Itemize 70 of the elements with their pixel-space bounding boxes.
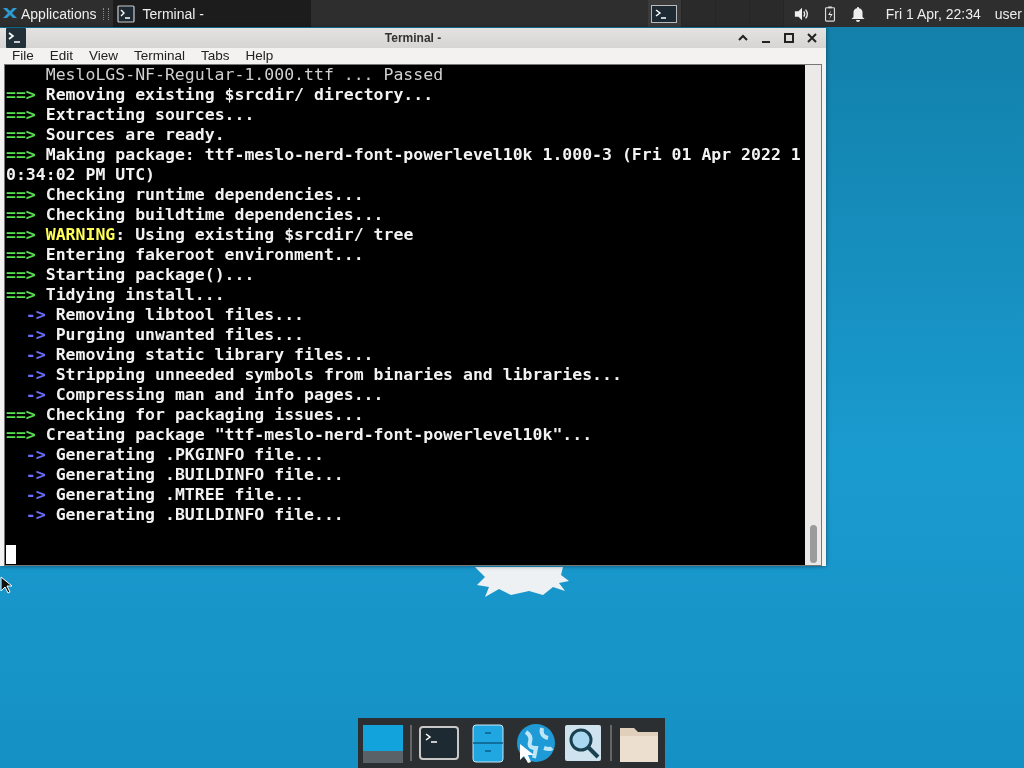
terminal-icon xyxy=(116,4,135,23)
search-icon[interactable] xyxy=(562,722,604,764)
output-line: Starting package()... xyxy=(45,265,255,284)
arrow-marker: -> xyxy=(25,465,46,484)
scrollbar-thumb[interactable] xyxy=(810,525,817,563)
arrow-marker: -> xyxy=(25,305,46,324)
output-line: Tidying install... xyxy=(45,285,225,304)
workspace-button[interactable] xyxy=(647,0,682,27)
terminal-icon xyxy=(651,4,678,23)
arrow-marker: ==> xyxy=(6,105,36,124)
arrow-marker: ==> xyxy=(6,145,36,164)
scrollbar[interactable] xyxy=(805,65,821,565)
output-line: Removing existing $srcdir/ directory... xyxy=(45,85,434,104)
output-line: Purging unwanted files... xyxy=(55,325,305,344)
mouse-pointer-icon xyxy=(0,576,12,594)
arrow-marker: -> xyxy=(25,345,46,364)
arrow-marker: -> xyxy=(25,365,46,384)
output-line: 0:34:02 PM UTC) xyxy=(6,165,155,184)
text-cursor xyxy=(6,545,16,564)
arrow-marker: ==> xyxy=(6,245,36,264)
menu-item[interactable]: View xyxy=(81,48,127,63)
menu-item[interactable]: File xyxy=(4,48,42,63)
user-name[interactable]: user xyxy=(994,5,1022,22)
arrow-marker: -> xyxy=(25,325,46,344)
volume-icon[interactable] xyxy=(793,5,810,22)
output-line: Making package: ttf-meslo-nerd-font-powerlevel10k 1.000-3 (Fri 01 Apr 2022 1 xyxy=(45,145,801,164)
notification-bell-icon[interactable] xyxy=(849,5,866,22)
arrow-marker: ==> xyxy=(6,185,36,204)
output-line: Generating .PKGINFO file... xyxy=(55,445,324,464)
arrow-marker: ==> xyxy=(6,225,36,244)
separator-handle xyxy=(102,7,109,20)
menu-item[interactable]: Edit xyxy=(41,48,82,63)
output-line: Generating .BUILDINFO file... xyxy=(55,505,344,524)
close-button[interactable] xyxy=(806,32,818,44)
globe-icon[interactable] xyxy=(514,722,556,764)
output-line: Sources are ready. xyxy=(45,125,225,144)
arrow-marker: ==> xyxy=(6,205,36,224)
output-line: Checking for packaging issues... xyxy=(45,405,364,424)
output-line: Generating .BUILDINFO file... xyxy=(55,465,344,484)
clock[interactable]: Fri 1 Apr, 22:34 xyxy=(885,5,981,22)
taskbar-button[interactable]: Terminal - xyxy=(112,0,311,27)
window-title: Terminal - xyxy=(384,31,442,45)
output-line: Removing libtool files... xyxy=(55,305,305,324)
output-line: Entering fakeroot environment... xyxy=(45,245,364,264)
output-line: Checking buildtime dependencies... xyxy=(45,205,384,224)
arrow-marker: -> xyxy=(25,505,46,524)
show-desktop-icon[interactable] xyxy=(362,722,404,764)
applications-menu[interactable]: Applications xyxy=(0,0,99,27)
arrow-marker: ==> xyxy=(6,85,36,104)
arrow-marker: -> xyxy=(25,385,46,404)
menu-item[interactable]: Help xyxy=(237,48,282,63)
menu-item[interactable]: Terminal xyxy=(126,48,194,63)
arrow-marker: -> xyxy=(25,445,46,464)
output-line: Stripping unneeded symbols from binaries and libraries... xyxy=(55,365,622,384)
output-line: Generating .MTREE file... xyxy=(55,485,305,504)
arrow-marker: ==> xyxy=(6,265,36,284)
arrow-marker: ==> xyxy=(6,425,36,444)
output-line: MesloLGS-NF-Regular-1.000.ttf ... Passed xyxy=(45,65,444,84)
output-line: Checking runtime dependencies... xyxy=(45,185,364,204)
arrow-marker: ==> xyxy=(6,125,36,144)
arrow-marker: ==> xyxy=(6,285,36,304)
arrow-marker: ==> xyxy=(6,405,36,424)
arrow-marker: -> xyxy=(25,485,46,504)
output-line: Removing static library files... xyxy=(55,345,374,364)
output-line: Extracting sources... xyxy=(45,105,255,124)
output-line: Compressing man and info pages... xyxy=(55,385,384,404)
menu-item[interactable]: Tabs xyxy=(193,48,238,63)
output-line: Creating package "ttf-meslo-nerd-font-powerlevel10k"... xyxy=(45,425,593,444)
warning-line: WARNING: Using existing $srcdir/ tree xyxy=(45,225,414,244)
maximize-button[interactable] xyxy=(783,32,795,44)
